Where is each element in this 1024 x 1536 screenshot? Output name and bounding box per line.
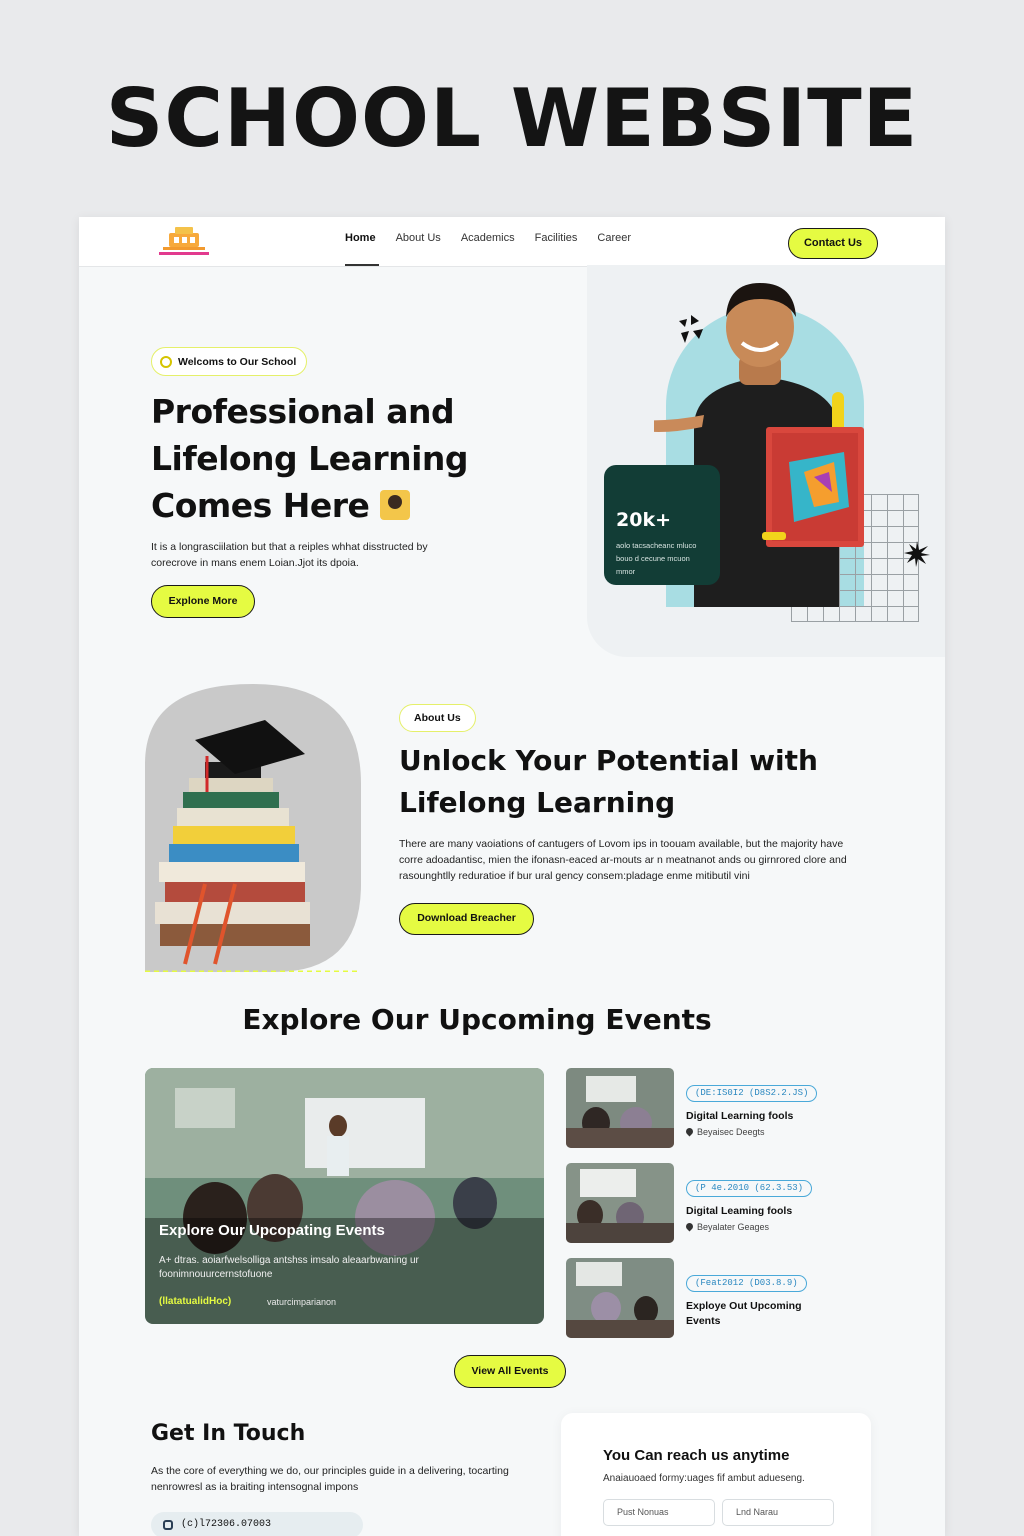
event-location-label: Beyaisec Deegts (697, 1127, 765, 1137)
about-description: There are many vaoiations of cantugers o… (399, 838, 847, 882)
featured-event-card[interactable]: Explore Our Upcopating Events A+ dtras. … (145, 1068, 544, 1324)
nav-about-us[interactable]: About Us (396, 232, 441, 244)
welcome-badge: Welcoms to Our School (151, 347, 308, 376)
event-date-badge: (DE:IS0I2 (D8S2.2.JS) (686, 1085, 818, 1102)
event-date-badge: (P 4e.2010 (62.3.53) (686, 1180, 813, 1197)
event-location-label: Beyalater Geages (697, 1222, 770, 1232)
featured-event-subtag: vaturcimparianon (267, 1297, 337, 1307)
hero-title-line1: Professional and (151, 392, 455, 431)
get-in-touch-title: Get In Touch (151, 1421, 306, 1446)
event-name: Digital Leaming fools (686, 1205, 793, 1217)
books-graduation-image (145, 684, 361, 972)
nav-facilities[interactable]: Facilities (535, 232, 578, 244)
form-subtitle: Anaiauoaed formy:uages fif ambut aduesen… (603, 1473, 805, 1484)
featured-event-title: Explore Our Upcopating Events (159, 1222, 385, 1239)
header-nav: Home About Us Academics Facilities Caree… (79, 217, 945, 267)
stat-text: aolo tacsacheanc mluco bouo d cecune mcu… (616, 541, 697, 576)
welcome-badge-label: Welcoms to Our School (178, 355, 297, 368)
nav-career[interactable]: Career (597, 232, 631, 244)
featured-event-description: A+ dtras. aoiarfwelsolliga antshss imsal… (159, 1255, 419, 1280)
hero-description: It is a longrasciilation but that a reip… (151, 541, 428, 569)
school-logo-icon[interactable] (155, 223, 213, 259)
phone-icon (163, 1520, 173, 1530)
event-location: Beyaisec Deegts (684, 1126, 765, 1137)
event-date-badge: (Feat2012 (D03.8.9) (686, 1275, 807, 1292)
classroom-photo (145, 1068, 544, 1324)
about-title: Unlock Your Potential with Lifelong Lear… (399, 740, 859, 824)
view-all-events-button[interactable]: View All Events (454, 1355, 566, 1388)
form-title: You Can reach us anytime (603, 1447, 790, 1464)
event-thumbnail (566, 1068, 674, 1148)
stat-value: 20k+ (616, 509, 671, 531)
about-us-badge: About Us (399, 704, 476, 732)
badge-dot-icon (160, 355, 172, 368)
website-mockup: Home About Us Academics Facilities Caree… (79, 217, 945, 1536)
location-pin-icon (684, 1126, 695, 1137)
nav-academics[interactable]: Academics (461, 232, 515, 244)
contact-us-button[interactable]: Contact Us (788, 228, 878, 259)
student-emoji-icon (380, 490, 411, 520)
phone-number[interactable]: (c)l72306.07003 (151, 1512, 363, 1536)
event-item[interactable]: (P 4e.2010 (62.3.53) Digital Leaming foo… (566, 1163, 886, 1243)
event-name: Exploye Out Upcoming Events (686, 1300, 802, 1327)
event-item[interactable]: (Feat2012 (D03.8.9) Exploye Out Upcoming… (566, 1258, 886, 1338)
hero-title-line3: Comes Here (151, 486, 370, 525)
featured-event-tag: (llatatualidHoc) (159, 1296, 232, 1307)
contact-form-card: You Can reach us anytime Anaiauoaed form… (561, 1413, 871, 1536)
last-name-field[interactable]: Lnd Narau (722, 1499, 834, 1526)
event-thumbnail (566, 1258, 674, 1338)
event-location: Beyalater Geages (684, 1221, 770, 1232)
events-section-title: Explore Our Upcoming Events (242, 1003, 712, 1036)
first-name-field[interactable]: Pust Nonuas (603, 1499, 715, 1526)
hero-title-line2: Lifelong Learning (151, 439, 469, 478)
star-burst-icon (904, 541, 930, 567)
location-pin-icon (684, 1221, 695, 1232)
about-title-line2: Lifelong Learning (399, 786, 676, 819)
main-menu: Home About Us Academics Facilities Caree… (345, 232, 631, 244)
explore-more-button[interactable]: Explone More (151, 585, 255, 618)
nav-home[interactable]: Home (345, 232, 376, 244)
event-name: Digital Learning fools (686, 1110, 794, 1122)
students-stat-card: 20k+ aolo tacsacheanc mluco bouo d cecun… (604, 465, 720, 585)
event-item[interactable]: (DE:IS0I2 (D8S2.2.JS) Digital Learning f… (566, 1068, 886, 1148)
get-in-touch-description: As the core of everything we do, our pri… (151, 1465, 509, 1493)
hero-title: Professional and Lifelong Learning Comes… (151, 388, 511, 529)
download-brochure-button[interactable]: Download Breacher (399, 903, 534, 935)
about-title-line1: Unlock Your Potential with (399, 744, 818, 777)
event-thumbnail (566, 1163, 674, 1243)
active-nav-indicator (345, 264, 379, 266)
hero-title-line3-wrap: Comes Here (151, 482, 511, 529)
poster-title: SCHOOL WEBSITE (105, 72, 919, 165)
